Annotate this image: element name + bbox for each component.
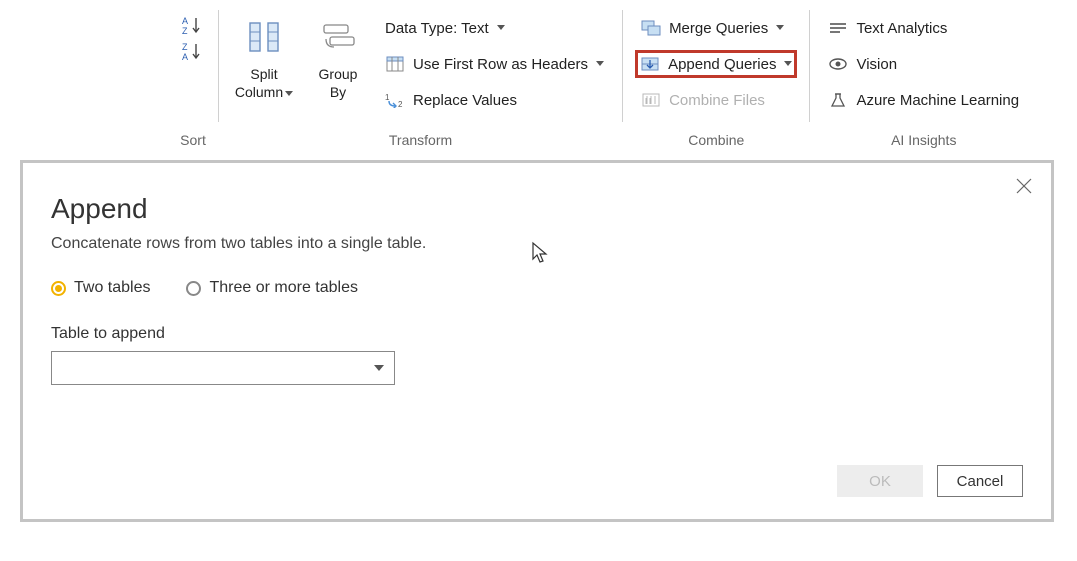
combine-files-button: Combine Files [635,86,797,114]
ribbon-group-label: Transform [219,132,622,152]
dialog-description: Concatenate rows from two tables into a … [51,235,1023,253]
append-icon [640,55,660,73]
ribbon-group-label: Combine [623,132,809,152]
svg-text:A: A [182,52,188,61]
radio-two-tables[interactable]: Two tables [51,279,150,297]
merge-queries-button[interactable]: Merge Queries [635,14,797,42]
sort-desc-button[interactable]: Z A [181,40,205,62]
svg-text:1: 1 [385,93,390,102]
chevron-down-icon [776,25,784,31]
chevron-down-icon [497,25,505,31]
dialog-title: Append [51,193,1023,225]
cancel-button[interactable]: Cancel [937,465,1023,497]
ribbon-group-sort: A Z Z A Sort [168,0,218,152]
chevron-down-icon [784,61,792,67]
close-button[interactable] [1015,177,1033,198]
chevron-down-icon [374,365,384,371]
svg-text:Z: Z [182,26,188,35]
azure-ml-button[interactable]: Azure Machine Learning [822,86,1025,114]
chevron-down-icon [596,61,604,67]
ribbon-group-label: Sort [168,132,218,152]
first-row-headers-button[interactable]: Use First Row as Headers [379,50,610,78]
flask-icon [828,91,848,109]
ribbon-group-label: AI Insights [810,132,1037,152]
svg-text:2: 2 [398,100,403,108]
vision-button[interactable]: Vision [822,50,1025,78]
radio-three-or-more-tables[interactable]: Three or more tables [186,279,358,297]
replace-icon: 12 [385,91,405,109]
radio-icon [186,281,201,296]
data-type-button[interactable]: Data Type: Text [379,14,610,42]
group-by-button[interactable]: Group By [301,8,375,101]
field-label: Table to append [51,325,1023,343]
ribbon-group-combine: Merge Queries Append Queries Combine Fil… [623,0,809,152]
svg-text:A: A [182,16,188,26]
sort-asc-button[interactable]: A Z [181,14,205,36]
radio-icon [51,281,66,296]
ribbon-group-ai: Text Analytics Vision Azure Machine Lear… [810,0,1037,152]
replace-values-button[interactable]: 12 Replace Values [379,86,610,114]
text-analytics-button[interactable]: Text Analytics [822,14,1025,42]
append-dialog: Append Concatenate rows from two tables … [20,160,1054,522]
ribbon-group-transform: Split Column Group By Data Type: Text [219,0,622,152]
combine-files-icon [641,91,661,109]
append-queries-button[interactable]: Append Queries [635,50,797,78]
chevron-down-icon [285,84,293,102]
split-column-button[interactable]: Split Column [227,8,301,102]
table-to-append-combo[interactable] [51,351,395,385]
ribbon: A Z Z A Sort [0,0,1077,152]
merge-icon [641,19,661,37]
svg-text:Z: Z [182,42,188,52]
table-headers-icon [385,55,405,73]
eye-icon [828,55,848,73]
close-icon [1015,177,1033,195]
ok-button[interactable]: OK [837,465,923,497]
text-analytics-icon [828,19,848,37]
